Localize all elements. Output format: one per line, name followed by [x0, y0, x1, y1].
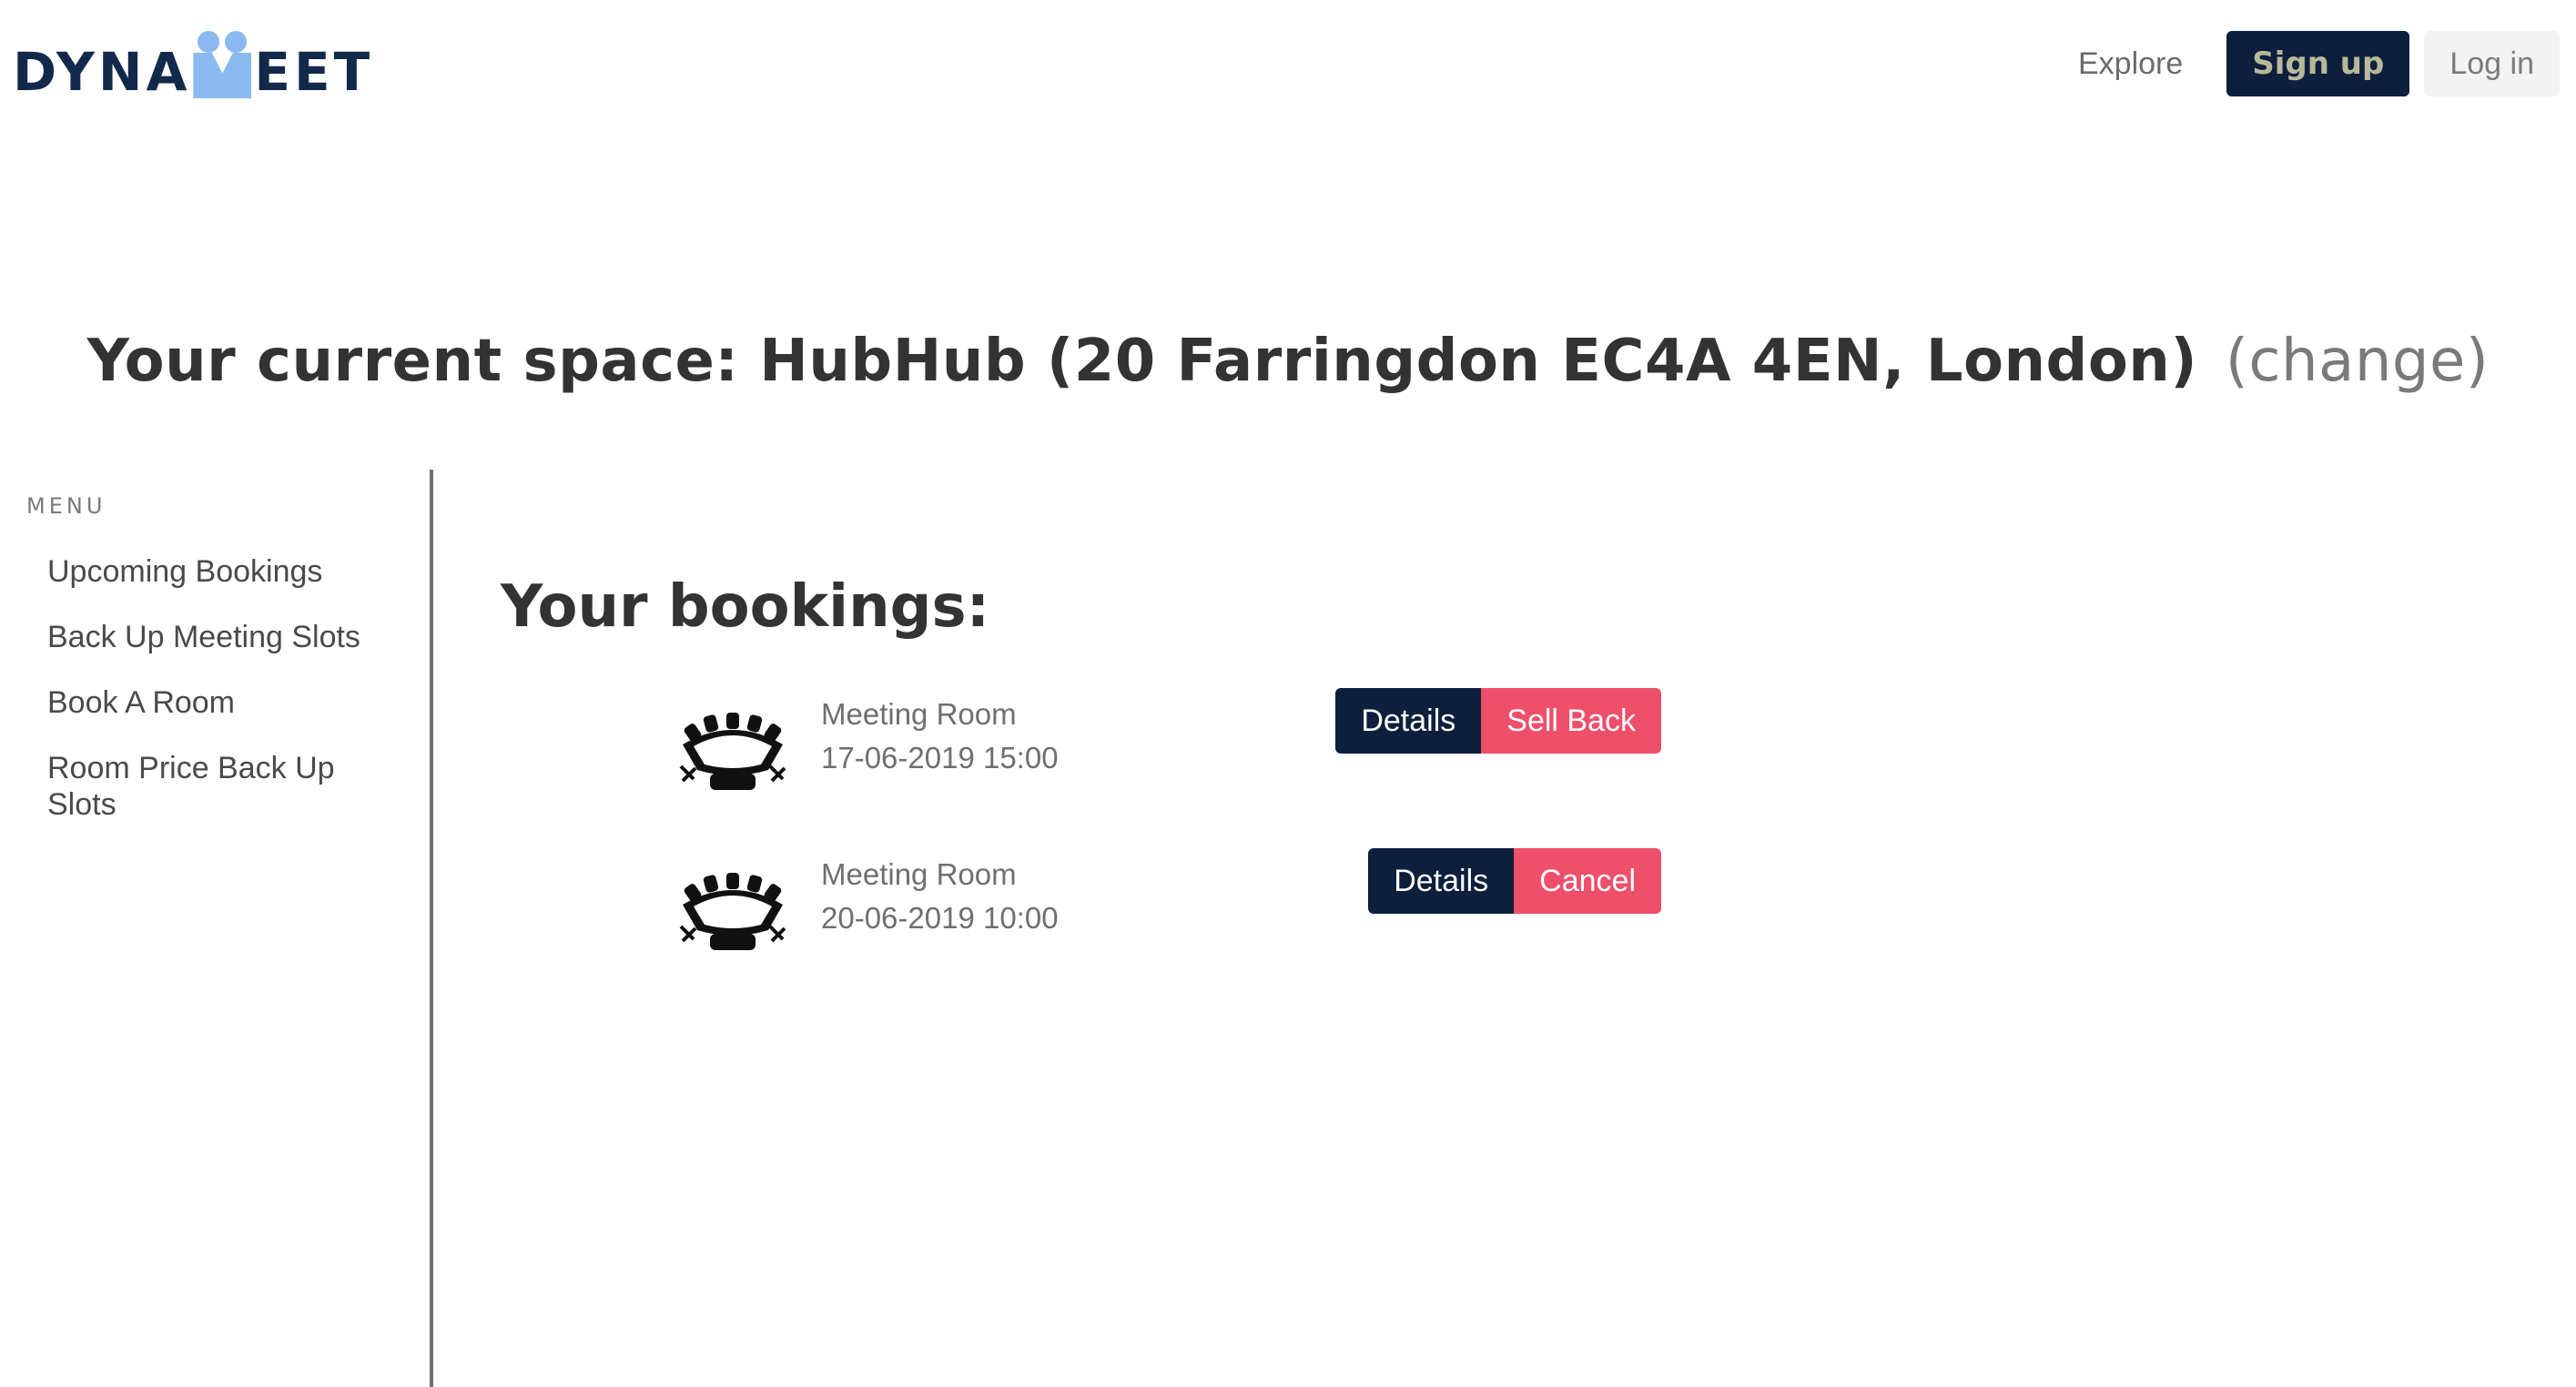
dynameet-logo[interactable]: DYNA EET: [13, 20, 373, 102]
login-button[interactable]: Log in: [2424, 31, 2560, 96]
menu-label: MENU: [26, 493, 106, 519]
logo-people-icon: [193, 31, 252, 102]
signup-button[interactable]: Sign up: [2226, 31, 2410, 96]
menu-list: Upcoming Bookings Back Up Meeting Slots …: [47, 553, 411, 852]
current-space-text: Your current space: HubHub (20 Farringdo…: [86, 328, 2198, 395]
sell-back-button[interactable]: Sell Back: [1481, 688, 1661, 754]
logo-text-left: DYNA: [13, 41, 191, 103]
sidebar-item-book-a-room[interactable]: Book A Room: [47, 684, 411, 721]
sidebar-item-upcoming-bookings[interactable]: Upcoming Bookings: [47, 553, 411, 590]
current-space-title: Your current space: HubHub (20 Farringdo…: [0, 328, 2576, 395]
details-button[interactable]: Details: [1335, 688, 1482, 754]
meeting-table-icon: [679, 713, 786, 790]
sidebar-item-room-price-back-up-slots[interactable]: Room Price Back Up Slots: [47, 750, 411, 823]
booking-item: Meeting Room 20-06-2019 10:00 Details Ca…: [674, 848, 1670, 967]
change-space-link[interactable]: (change): [2226, 328, 2489, 395]
booking-item: Meeting Room 17-06-2019 15:00 Details Se…: [674, 688, 1670, 806]
booking-actions: Details Cancel: [1368, 848, 1661, 914]
bookings-heading: Your bookings:: [501, 573, 990, 641]
sidebar: MENU Upcoming Bookings Back Up Meeting S…: [0, 470, 433, 1387]
details-button[interactable]: Details: [1368, 848, 1515, 914]
booking-room-name: Meeting Room: [821, 697, 1017, 731]
cancel-button[interactable]: Cancel: [1514, 848, 1661, 914]
explore-link[interactable]: Explore: [2078, 46, 2183, 82]
booking-datetime: 17-06-2019 15:00: [821, 741, 1059, 774]
meeting-table-icon: [679, 873, 786, 950]
logo-text-right: EET: [254, 41, 374, 103]
navbar: DYNA EET Explore Sign up Log in: [0, 0, 2576, 127]
booking-datetime: 20-06-2019 10:00: [821, 901, 1059, 935]
sidebar-item-back-up-meeting-slots[interactable]: Back Up Meeting Slots: [47, 619, 411, 655]
booking-actions: Details Sell Back: [1335, 688, 1661, 754]
nav-right: Explore Sign up Log in: [2078, 31, 2560, 96]
booking-room-name: Meeting Room: [821, 857, 1017, 891]
